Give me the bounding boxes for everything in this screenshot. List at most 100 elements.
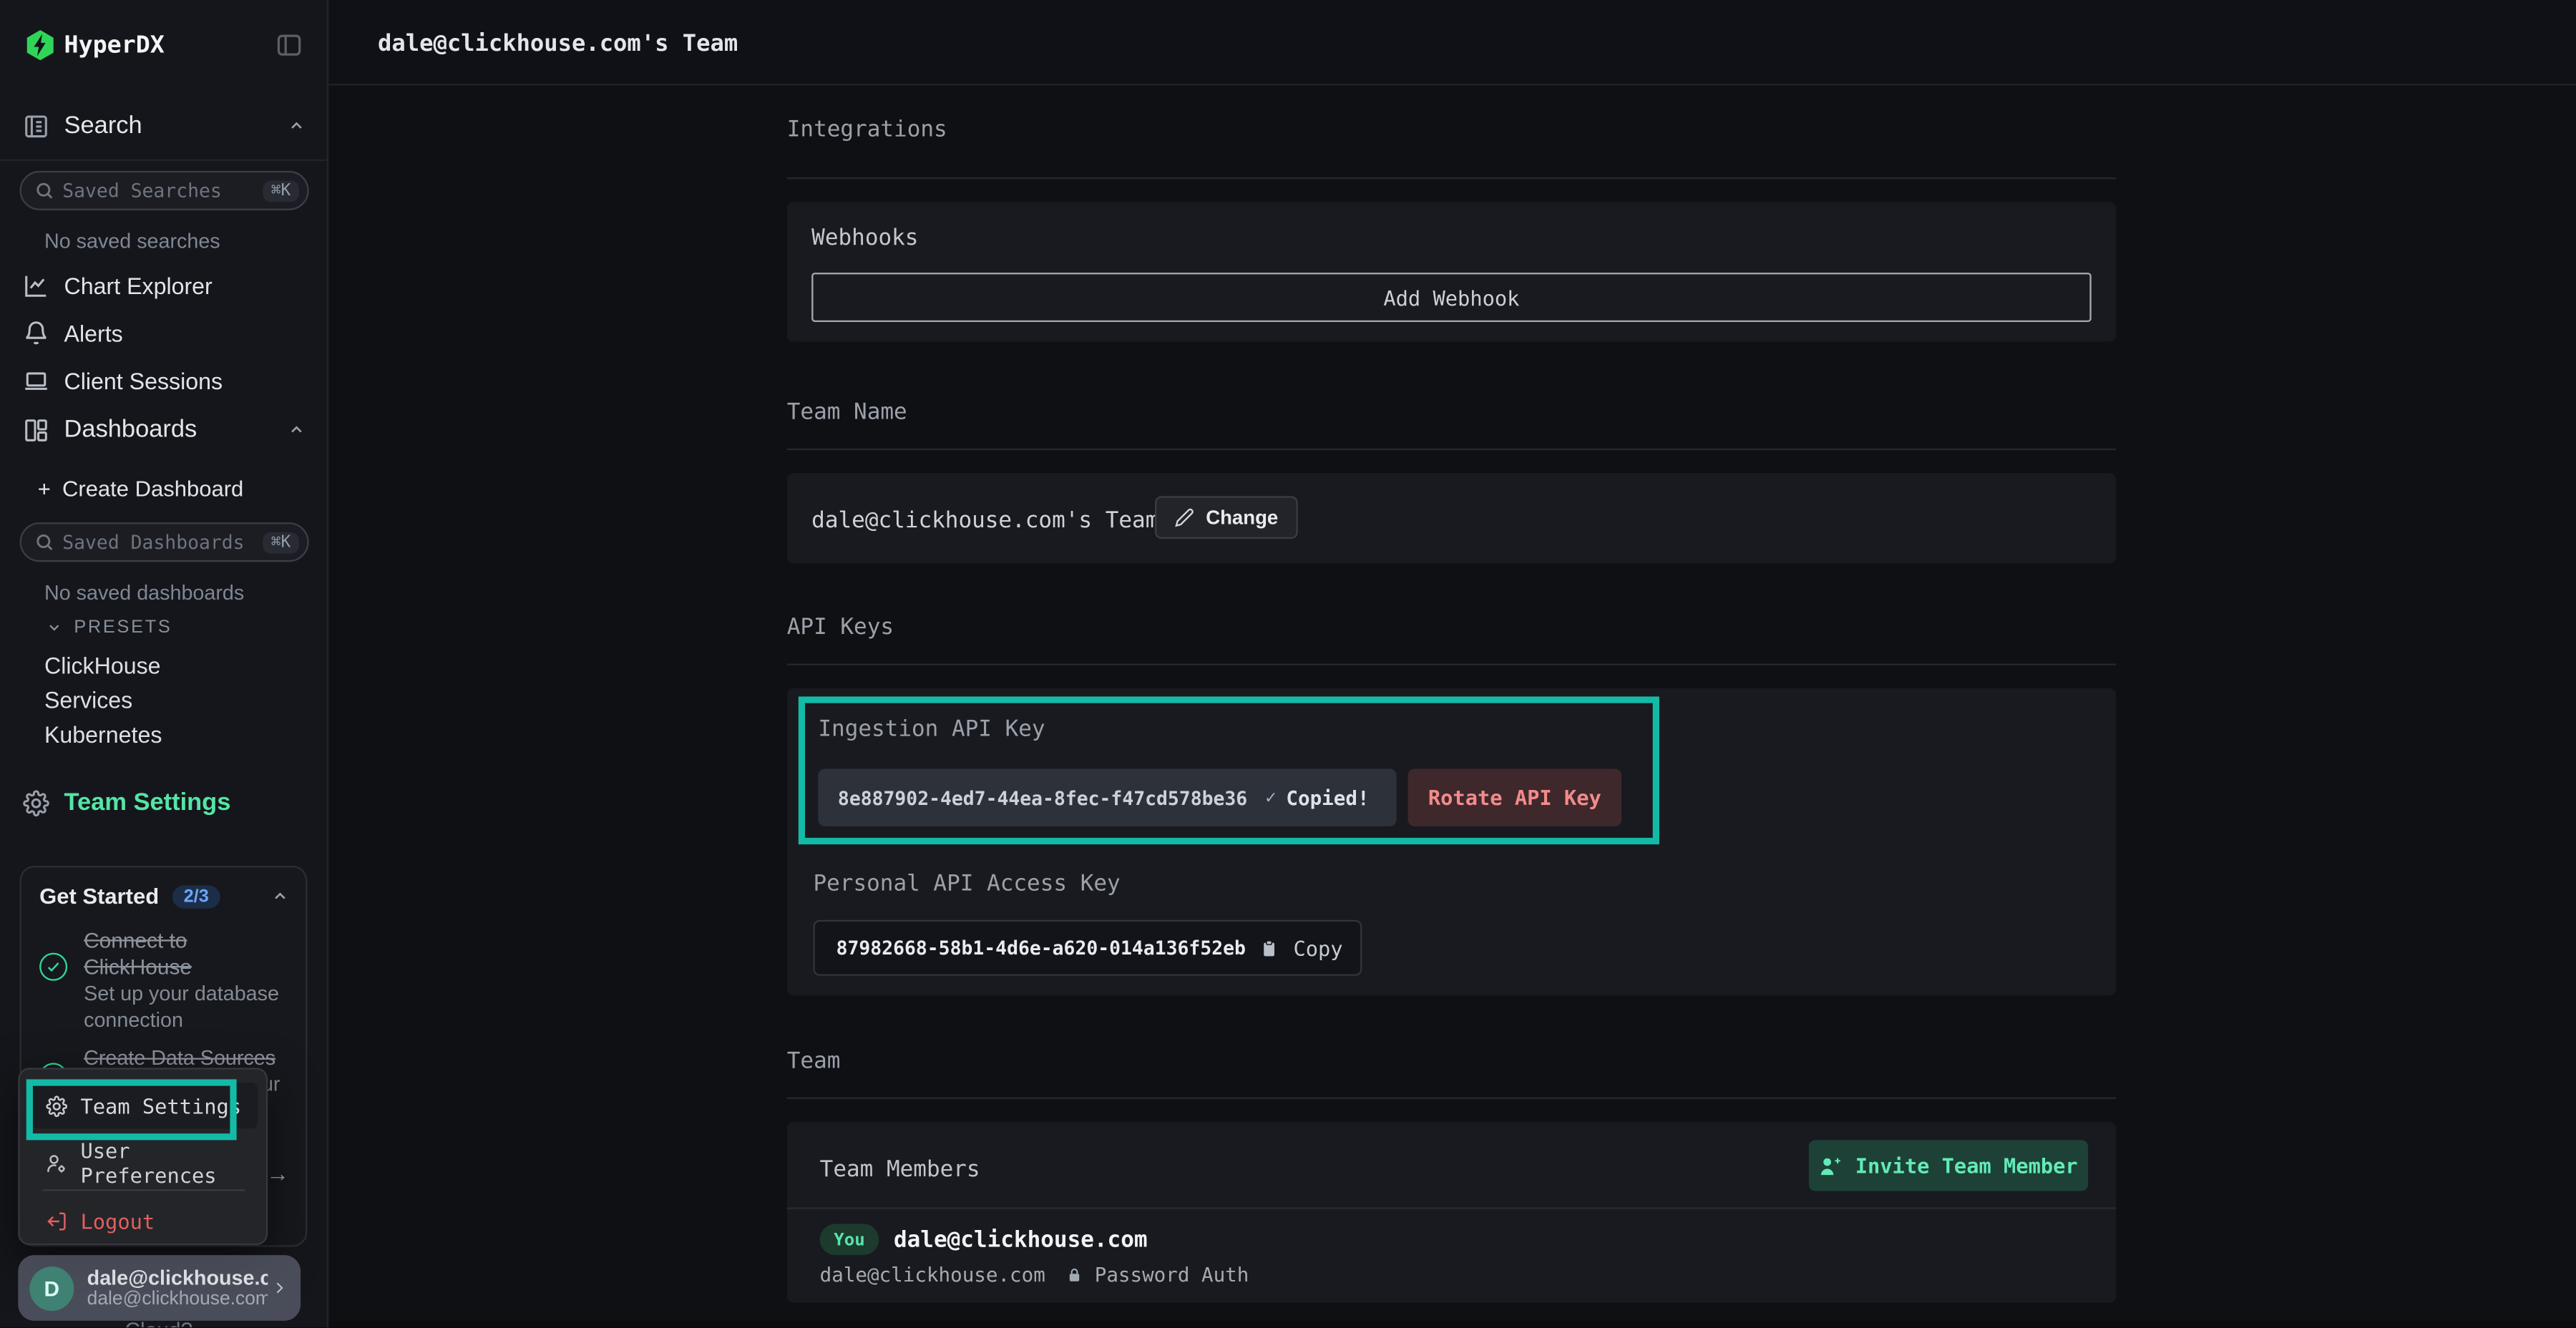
personal-key-label: Personal API Access Key — [813, 871, 1120, 897]
sidebar-section-dashboards[interactable]: Dashboards — [23, 416, 306, 444]
sidebar-item-team-settings[interactable]: Team Settings — [23, 788, 230, 816]
member-email: dale@clickhouse.com — [820, 1264, 1045, 1286]
app-title: HyperDX — [64, 33, 165, 59]
api-keys-card: Ingestion API Key 8e887902-4ed7-44ea-8fe… — [787, 688, 2116, 995]
gear-icon — [46, 1095, 67, 1116]
sidebar-item-alerts[interactable]: Alerts — [23, 321, 123, 347]
team-settings-label: Team Settings — [64, 788, 231, 816]
check-circle-icon — [39, 953, 67, 981]
chevron-down-icon — [46, 620, 62, 636]
sidebar-item-chart-explorer[interactable]: Chart Explorer — [23, 273, 213, 299]
personal-key-chip[interactable]: 87982668-58b1-4d6e-a620-014a136f52eb Cop… — [813, 920, 1362, 976]
ingestion-key-chip[interactable]: 8e887902-4ed7-44ea-8fec-f47cd578be36 ✓ C… — [818, 768, 1396, 826]
get-started-progress-badge: 2/3 — [172, 884, 220, 907]
sidebar-section-search[interactable]: Search — [23, 112, 306, 140]
collapse-sidebar-icon[interactable] — [274, 31, 303, 59]
webhooks-card: Webhooks Add Webhook — [787, 202, 2116, 341]
arrow-right-icon[interactable]: → — [266, 1160, 289, 1186]
check-icon: ✓ — [1265, 787, 1276, 809]
create-dashboard-button[interactable]: + Create Dashboard — [38, 477, 243, 501]
chevron-up-icon[interactable] — [271, 887, 289, 905]
ingestion-key-value: 8e887902-4ed7-44ea-8fec-f47cd578be36 — [838, 786, 1247, 809]
checklist-item-title[interactable]: Connect to ClickHouse — [84, 928, 291, 980]
search-icon — [34, 532, 54, 552]
saved-dashboards-input[interactable] — [62, 531, 255, 554]
chevron-right-icon — [271, 1276, 288, 1299]
saved-searches-search[interactable]: ⌘K — [20, 171, 309, 210]
you-badge: You — [820, 1224, 879, 1255]
lock-icon — [1067, 1265, 1083, 1285]
shortcut-badge: ⌘K — [263, 180, 299, 201]
team-name-value: dale@clickhouse.com's Team — [811, 507, 1158, 534]
saved-dashboards-search[interactable]: ⌘K — [20, 522, 309, 562]
search-icon — [34, 181, 54, 201]
shortcut-badge: ⌘K — [263, 532, 299, 553]
pencil-icon — [1175, 507, 1195, 527]
sidebar-item-client-sessions[interactable]: Client Sessions — [23, 368, 223, 394]
page-title: dale@clickhouse.com's Team — [378, 31, 738, 58]
preset-item-kubernetes[interactable]: Kubernetes — [44, 721, 162, 748]
copied-label: Copied! — [1286, 786, 1369, 809]
laptop-icon — [23, 368, 49, 394]
journal-icon — [23, 112, 49, 139]
integrations-heading: Integrations — [787, 117, 2116, 143]
change-button-label: Change — [1206, 506, 1278, 529]
dashboard-grid-icon — [23, 416, 49, 443]
team-name-card: dale@clickhouse.com's Team Change — [787, 473, 2116, 563]
user-team-name: dale@clickhouse.com's — [87, 1289, 268, 1309]
plus-icon: + — [38, 477, 51, 501]
menu-item-user-preferences[interactable]: User Preferences — [29, 1142, 258, 1185]
preset-item-clickhouse[interactable]: ClickHouse — [44, 652, 161, 678]
user-account-chip[interactable]: D dale@clickhouse.com dale@clickhouse.co… — [18, 1255, 301, 1321]
invite-team-member-button[interactable]: Invite Team Member — [1809, 1140, 2088, 1191]
presets-toggle[interactable]: PRESETS — [46, 617, 172, 638]
gear-icon — [23, 789, 49, 816]
get-started-title: Get Started — [39, 884, 159, 908]
nav-label: Alerts — [64, 321, 123, 347]
user-plus-icon — [1819, 1154, 1842, 1177]
invite-button-label: Invite Team Member — [1855, 1153, 2078, 1178]
team-members-card: Team Members Invite Team Member You dale… — [787, 1122, 2116, 1303]
chevron-up-icon — [288, 421, 306, 439]
logout-icon — [46, 1210, 67, 1231]
menu-item-logout[interactable]: Logout — [29, 1201, 258, 1240]
checklist-item-title[interactable]: Create Data Sources — [84, 1047, 301, 1070]
team-heading: Team — [787, 1048, 2116, 1075]
account-menu: Team Settings User Preferences Logout — [18, 1068, 268, 1245]
change-team-name-button[interactable]: Change — [1155, 496, 1298, 539]
member-auth-type: Password Auth — [1095, 1264, 1249, 1286]
avatar: D — [29, 1266, 74, 1310]
checklist-item-subtitle: Set up your database connection — [84, 982, 291, 1033]
ingestion-key-label: Ingestion API Key — [818, 716, 1045, 743]
no-saved-dashboards-text: No saved dashboards — [44, 582, 244, 605]
team-members-title: Team Members — [820, 1156, 980, 1183]
sidebar: HyperDX Search ⌘K No saved searches — [0, 0, 328, 1327]
menu-item-label: Team Settings — [81, 1093, 242, 1118]
chart-icon — [23, 273, 49, 299]
window-bottom-edge — [328, 1321, 2576, 1327]
copy-button-label: Copy — [1293, 936, 1342, 960]
add-webhook-button[interactable]: Add Webhook — [811, 273, 2092, 322]
personal-key-value: 87982668-58b1-4d6e-a620-014a136f52eb — [836, 937, 1246, 960]
menu-divider — [43, 1189, 245, 1191]
api-keys-heading: API Keys — [787, 615, 2116, 641]
chevron-up-icon — [288, 117, 306, 135]
card-divider — [787, 1208, 2116, 1209]
rotate-api-key-button[interactable]: Rotate API Key — [1408, 768, 1621, 826]
app-window: HyperDX Search ⌘K No saved searches — [0, 0, 2576, 1327]
menu-item-label: User Preferences — [81, 1138, 242, 1188]
member-name: dale@clickhouse.com — [894, 1226, 1148, 1253]
member-row: You dale@clickhouse.com — [820, 1224, 1148, 1255]
preset-item-services[interactable]: Services — [44, 687, 132, 713]
presets-label: PRESETS — [74, 617, 172, 638]
no-saved-searches-text: No saved searches — [44, 230, 220, 253]
create-dashboard-label: Create Dashboard — [62, 477, 243, 501]
bell-icon — [23, 321, 49, 347]
menu-item-label: Logout — [81, 1209, 155, 1233]
dashboards-section-label: Dashboards — [64, 416, 273, 444]
saved-searches-input[interactable] — [62, 179, 255, 202]
hyperdx-logo-icon — [23, 28, 57, 62]
user-email: dale@clickhouse.com — [87, 1266, 268, 1289]
page-header: dale@clickhouse.com's Team — [328, 0, 2576, 85]
menu-item-team-settings[interactable]: Team Settings — [29, 1083, 258, 1128]
